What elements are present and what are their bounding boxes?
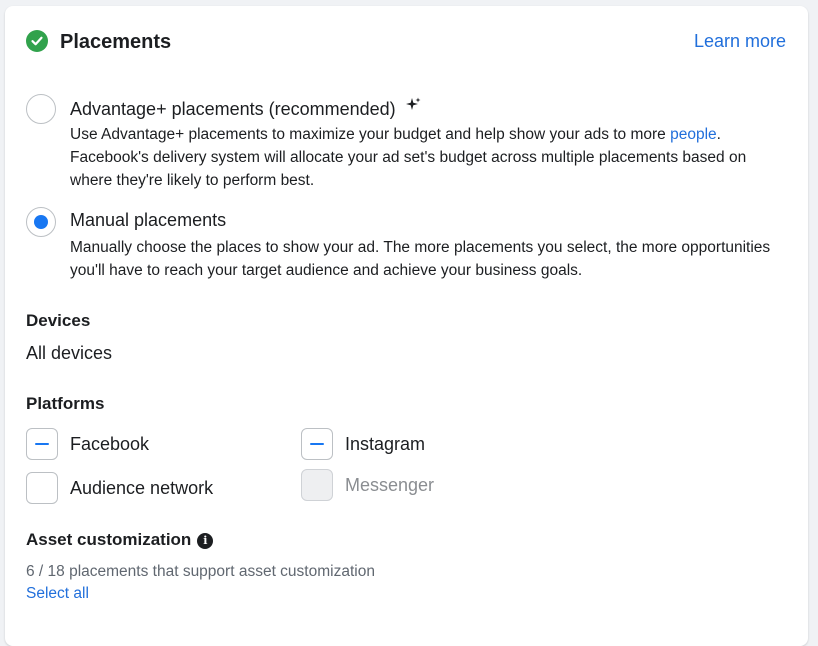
advantage-placements-description: Use Advantage+ placements to maximize yo… bbox=[70, 123, 775, 192]
devices-value: All devices bbox=[26, 343, 113, 363]
info-icon[interactable]: i bbox=[197, 532, 214, 549]
advantage-placements-label-wrap: Advantage+ placements (recommended) bbox=[70, 97, 421, 120]
people-link[interactable]: people bbox=[670, 126, 717, 143]
section-title: Placements bbox=[60, 31, 172, 53]
advantage-placements-radio[interactable] bbox=[26, 94, 56, 124]
check-circle-icon bbox=[26, 30, 48, 52]
instagram-checkbox[interactable] bbox=[301, 428, 333, 460]
select-all-link[interactable]: Select all bbox=[26, 585, 89, 603]
asset-customization-label: Asset customization bbox=[26, 530, 192, 549]
facebook-label: Facebook bbox=[70, 434, 150, 454]
advantage-placements-option[interactable]: Advantage+ placements (recommended) Use … bbox=[26, 94, 784, 189]
audience-network-checkbox[interactable] bbox=[26, 472, 58, 504]
placements-card: Placements Learn more Advantage+ placeme… bbox=[5, 6, 808, 646]
manual-placements-label: Manual placements bbox=[70, 210, 227, 230]
instagram-label: Instagram bbox=[345, 434, 426, 454]
sparkle-icon bbox=[405, 97, 421, 118]
audience-network-label: Audience network bbox=[70, 478, 214, 498]
manual-placements-description: Manually choose the places to show your … bbox=[70, 239, 771, 279]
asset-customization-heading: Asset customization i bbox=[26, 530, 214, 550]
platforms-label: Platforms bbox=[26, 394, 105, 413]
manual-placements-option[interactable]: Manual placements Manually choose the pl… bbox=[26, 207, 784, 282]
asset-customization-summary: 6 / 18 placements that support asset cus… bbox=[26, 563, 375, 580]
devices-label: Devices bbox=[26, 311, 91, 330]
section-header: Placements Learn more bbox=[26, 30, 786, 56]
facebook-checkbox[interactable] bbox=[26, 428, 58, 460]
manual-placements-radio[interactable] bbox=[26, 207, 56, 237]
advantage-placements-label: Advantage+ placements (recommended) bbox=[70, 99, 396, 119]
messenger-checkbox bbox=[301, 469, 333, 501]
learn-more-link[interactable]: Learn more bbox=[694, 31, 786, 52]
messenger-label: Messenger bbox=[345, 475, 435, 495]
advantage-desc-part1: Use Advantage+ placements to maximize yo… bbox=[70, 126, 671, 143]
